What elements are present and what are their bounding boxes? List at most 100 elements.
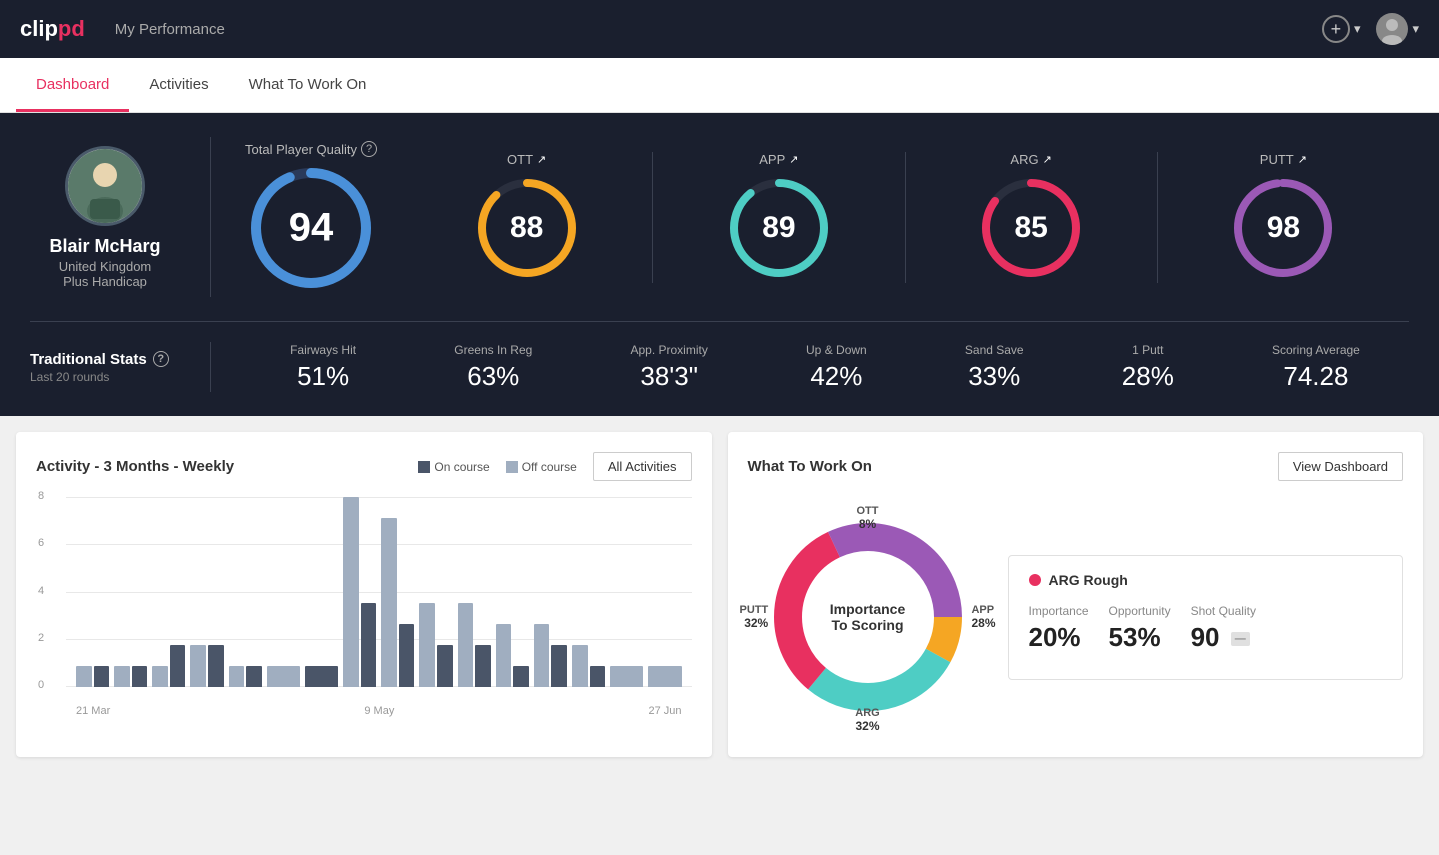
app-donut-label: APP 28%	[971, 604, 995, 630]
bar-group	[648, 666, 681, 687]
header: clippd My Performance + ▾ ▾	[0, 0, 1439, 58]
bar-off	[267, 666, 300, 687]
app-circle: 89	[724, 173, 834, 283]
bar-on	[551, 645, 567, 687]
bar-on	[170, 645, 186, 687]
logo-clip: clip	[20, 16, 58, 41]
stat-sand: Sand Save 33%	[965, 343, 1024, 392]
legend-off-course: Off course	[506, 460, 577, 474]
score-ott: OTT ↗ 88	[401, 152, 653, 283]
logo[interactable]: clippd	[20, 16, 85, 42]
add-button[interactable]: + ▾	[1322, 15, 1361, 43]
bar-on	[246, 666, 262, 687]
avatar	[1376, 13, 1408, 45]
stat-scoring: Scoring Average 74.28	[1272, 343, 1360, 392]
donut-chart: ImportanceTo Scoring OTT 8% APP 28% ARG …	[748, 497, 988, 737]
total-quality-value: 94	[289, 206, 334, 251]
putt-arrow: ↗	[1298, 153, 1307, 166]
bar-on	[305, 666, 338, 687]
total-quality-help[interactable]: ?	[361, 141, 377, 157]
bar-off	[229, 666, 245, 687]
app-arrow: ↗	[789, 153, 798, 166]
bar-on	[94, 666, 110, 687]
user-menu[interactable]: ▾	[1376, 13, 1419, 45]
player-country: United Kingdom	[59, 259, 152, 274]
bar-off	[610, 666, 643, 687]
info-dot	[1029, 574, 1041, 586]
bar-off	[76, 666, 92, 687]
app-label: APP ↗	[759, 152, 798, 167]
putt-donut-label: PUTT 32%	[740, 604, 769, 630]
user-chevron: ▾	[1412, 21, 1419, 37]
stat-fairways: Fairways Hit 51%	[290, 343, 356, 392]
arg-circle: 85	[976, 173, 1086, 283]
wtwo-content: ImportanceTo Scoring OTT 8% APP 28% ARG …	[748, 497, 1404, 737]
bar-off	[190, 645, 206, 687]
bottom-row: Activity - 3 Months - Weekly On course O…	[0, 416, 1439, 773]
bars-container	[66, 497, 692, 687]
bar-group	[572, 645, 605, 687]
legend-on-course: On course	[418, 460, 489, 474]
stat-gir: Greens In Reg 63%	[454, 343, 532, 392]
bar-on	[590, 666, 606, 687]
add-icon: +	[1322, 15, 1350, 43]
nav-tabs: Dashboard Activities What To Work On	[0, 58, 1439, 113]
trad-stats-label: Traditional Stats ? Last 20 rounds	[30, 351, 210, 384]
view-dashboard-button[interactable]: View Dashboard	[1278, 452, 1403, 481]
bar-group	[305, 666, 338, 687]
bar-off	[381, 518, 397, 687]
bar-group	[343, 497, 376, 687]
score-arg: ARG ↗ 85	[906, 152, 1158, 283]
player-name: Blair McHarg	[49, 236, 160, 257]
putt-label: PUTT ↗	[1260, 152, 1307, 167]
arg-value: 85	[1014, 211, 1047, 245]
bar-off	[572, 645, 588, 687]
ott-donut-label: OTT 8%	[857, 505, 879, 531]
header-title: My Performance	[115, 21, 225, 38]
info-card: ARG Rough Importance 20% Opportunity 53%…	[1008, 555, 1404, 680]
header-actions: + ▾ ▾	[1322, 13, 1419, 45]
activity-chart: 8 6 4 2 0 21 Mar 9 May 27 Jun	[36, 497, 692, 717]
ott-arrow: ↗	[537, 153, 546, 166]
bar-off	[534, 624, 550, 687]
bar-group	[610, 666, 643, 687]
metric-shot-quality: Shot Quality 90 —	[1191, 604, 1256, 653]
total-quality: Total Player Quality ? 94	[241, 141, 401, 293]
shot-quality-badge: —	[1231, 632, 1250, 646]
bar-group	[496, 624, 529, 687]
arg-arrow: ↗	[1043, 153, 1052, 166]
wtwo-header: What To Work On View Dashboard	[748, 452, 1404, 481]
bar-off	[114, 666, 130, 687]
bar-group	[381, 518, 414, 687]
bar-off	[152, 666, 168, 687]
player-handicap: Plus Handicap	[63, 274, 147, 289]
arg-donut-label: ARG 32%	[855, 707, 879, 733]
donut-svg	[748, 497, 988, 737]
stat-one-putt: 1 Putt 28%	[1122, 343, 1174, 392]
metric-opportunity: Opportunity 53%	[1109, 604, 1171, 653]
activity-title: Activity - 3 Months - Weekly	[36, 458, 234, 475]
bar-off	[458, 603, 474, 687]
trad-stats-subtitle: Last 20 rounds	[30, 370, 210, 384]
stat-proximity: App. Proximity 38'3"	[630, 343, 707, 392]
all-activities-button[interactable]: All Activities	[593, 452, 692, 481]
putt-value: 98	[1267, 211, 1300, 245]
putt-circle: 98	[1228, 173, 1338, 283]
chevron-icon: ▾	[1354, 21, 1361, 37]
trad-stats-help[interactable]: ?	[153, 351, 169, 367]
tab-dashboard[interactable]: Dashboard	[16, 58, 129, 112]
logo-pd: pd	[58, 16, 85, 41]
bar-on	[132, 666, 148, 687]
bar-off	[343, 497, 359, 687]
traditional-stats: Traditional Stats ? Last 20 rounds Fairw…	[30, 321, 1409, 392]
ott-value: 88	[510, 211, 543, 245]
total-quality-circle: 94	[246, 163, 376, 293]
bar-group	[419, 603, 452, 687]
hero-section: Blair McHarg United Kingdom Plus Handica…	[0, 113, 1439, 416]
player-avatar	[65, 146, 145, 226]
tab-activities[interactable]: Activities	[129, 58, 228, 112]
wtwo-panel: What To Work On View Dashboard Importanc…	[728, 432, 1424, 757]
bar-group	[229, 666, 262, 687]
tab-what-to-work-on[interactable]: What To Work On	[229, 58, 387, 112]
ott-circle: 88	[472, 173, 582, 283]
